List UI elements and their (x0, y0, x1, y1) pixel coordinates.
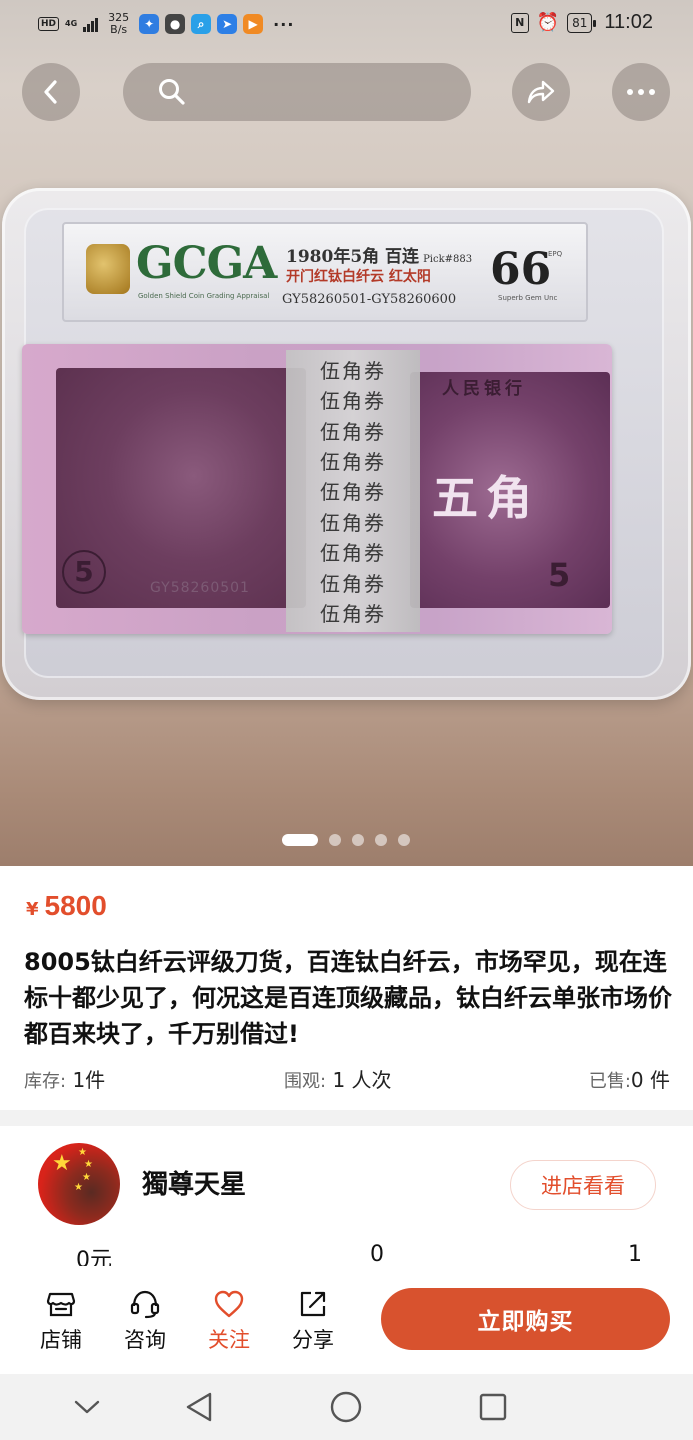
more-notifications-icon: ··· (273, 14, 295, 34)
share-label: 分享 (292, 1328, 334, 1352)
chevron-left-icon (44, 80, 57, 104)
alarm-icon: ⏰ (536, 12, 560, 33)
share-button[interactable]: 分享 (283, 1288, 343, 1354)
more-menu-button[interactable] (612, 63, 670, 121)
send-app-icon: ➤ (217, 14, 238, 34)
product-image-carousel[interactable]: GCGA Golden Shield Coin Grading Appraisa… (0, 0, 693, 866)
share-arrow-icon (527, 80, 555, 104)
band-text: 伍角券 (320, 480, 386, 505)
shop-name[interactable]: 獨尊天星 (142, 1164, 246, 1201)
heart-icon (214, 1290, 244, 1318)
product-title: 8005钛白纤云评级刀货，百连钛白纤云，市场罕见，现在连标十都少见了，何况这是百… (24, 948, 672, 1048)
store-label: 店铺 (40, 1328, 82, 1352)
play-app-icon: ▶ (243, 14, 264, 34)
clock: 11:02 (604, 11, 653, 33)
system-navigation-bar (0, 1374, 693, 1440)
carousel-dot[interactable] (282, 834, 318, 846)
store-icon (46, 1292, 76, 1317)
follow-button[interactable]: 关注 (199, 1288, 259, 1354)
slab-serial-range: GY58260501-GY58260600 (282, 292, 457, 307)
share-icon (300, 1291, 326, 1317)
carousel-dot[interactable] (352, 834, 364, 846)
slab-line2: 开门红钛白纤云 红太阳 (286, 269, 431, 285)
carousel-indicator[interactable] (282, 834, 410, 846)
search-bar[interactable] (123, 63, 471, 121)
band-text: 伍角券 (320, 602, 386, 627)
buy-now-button[interactable]: 立即购买 (381, 1288, 670, 1350)
carousel-dot[interactable] (398, 834, 410, 846)
nfc-icon: N (510, 12, 529, 33)
currency-symbol: ¥ (26, 899, 39, 920)
shop-stat-value: 1 (628, 1242, 642, 1266)
slab-grade-tag: EPQ (548, 250, 563, 258)
slab-brand-sub: Golden Shield Coin Grading Appraisal (138, 292, 270, 300)
visit-shop-button[interactable]: 进店看看 (510, 1160, 656, 1210)
status-bar: HD 4G 325 B/s ✦ ● ⌕ ➤ ▶ ··· N ⏰ 81 11:02 (0, 0, 693, 46)
slab-label: GCGA Golden Shield Coin Grading Appraisa… (62, 222, 588, 322)
carousel-dot[interactable] (375, 834, 387, 846)
carousel-dot[interactable] (329, 834, 341, 846)
notification-icons: ✦ ● ⌕ ➤ ▶ (139, 14, 264, 34)
collapse-button[interactable] (70, 1390, 104, 1424)
band-text: 伍角券 (320, 419, 386, 444)
nav-back-button[interactable] (182, 1390, 216, 1424)
band-text: 伍角券 (320, 358, 386, 383)
product-price: ¥ 5800 (26, 890, 107, 922)
sold-stat: 已售:0 件 (588, 1068, 670, 1092)
lightbulb-app-icon: ✦ (139, 14, 160, 34)
shop-stat-value: 0元 (76, 1248, 112, 1266)
triangle-back-icon (186, 1392, 212, 1422)
signal-icon (83, 16, 99, 32)
consult-label: 咨询 (124, 1328, 166, 1352)
banknote-numeral-left: 5 (62, 550, 106, 594)
nav-home-button[interactable] (329, 1390, 363, 1424)
square-recents-icon (479, 1393, 507, 1421)
shop-stats: 0元 0 1 (0, 1240, 693, 1266)
follow-label: 关注 (208, 1328, 250, 1352)
band-text: 伍角券 (320, 510, 386, 535)
circle-home-icon (330, 1391, 362, 1423)
share-top-button[interactable] (512, 63, 570, 121)
slab-line1: 1980年5角 百连 Pick#883 (286, 247, 473, 267)
section-divider (0, 1110, 693, 1126)
banknote-serial: GY58260501 (150, 580, 250, 596)
more-dots-icon (627, 89, 655, 95)
nav-recents-button[interactable] (476, 1390, 510, 1424)
network-speed: 325 B/s (108, 11, 130, 36)
battery-icon: 81 (567, 12, 597, 33)
chevron-down-icon (74, 1400, 100, 1414)
band-text: 伍角券 (320, 571, 386, 596)
band-text: 伍角券 (320, 450, 386, 475)
hd-indicator: HD (38, 17, 60, 31)
bottom-action-bar: 店铺 咨询 关注 分享 立即购买 (0, 1266, 693, 1374)
network-type: 4G (65, 19, 78, 28)
banknote-numeral-right: 5 (548, 556, 571, 594)
price-value: 5800 (44, 890, 107, 921)
shop-stat-value: 0 (370, 1242, 384, 1266)
back-button[interactable] (22, 63, 80, 121)
slab-grade: 66 (490, 244, 552, 295)
banknote-denomination: 五角 (432, 471, 540, 525)
slab-brand: GCGA (136, 238, 277, 289)
views-stat: 围观: 1 人次 (284, 1068, 392, 1092)
band-text: 伍角券 (320, 389, 386, 414)
flag-star-icon: ★ (52, 1151, 72, 1176)
slab-grade-sub: Superb Gem Unc (498, 294, 558, 302)
stock-stat: 库存: 1件 (24, 1068, 106, 1092)
headset-icon (130, 1290, 160, 1319)
shop-avatar[interactable]: ★ ★ ★ ★ ★ (38, 1143, 120, 1225)
bundle-band: 伍角券 伍角券 伍角券 伍角券 伍角券 伍角券 伍角券 伍角券 伍角券 (286, 350, 420, 632)
banknote-bank-text: 人民银行 (442, 379, 526, 399)
search-app-icon: ⌕ (191, 14, 212, 34)
ball-app-icon: ● (165, 14, 186, 34)
store-button[interactable]: 店铺 (31, 1288, 91, 1354)
search-icon (159, 79, 185, 105)
consult-button[interactable]: 咨询 (115, 1288, 175, 1354)
band-text: 伍角券 (320, 541, 386, 566)
gcga-seal-icon (86, 244, 130, 294)
